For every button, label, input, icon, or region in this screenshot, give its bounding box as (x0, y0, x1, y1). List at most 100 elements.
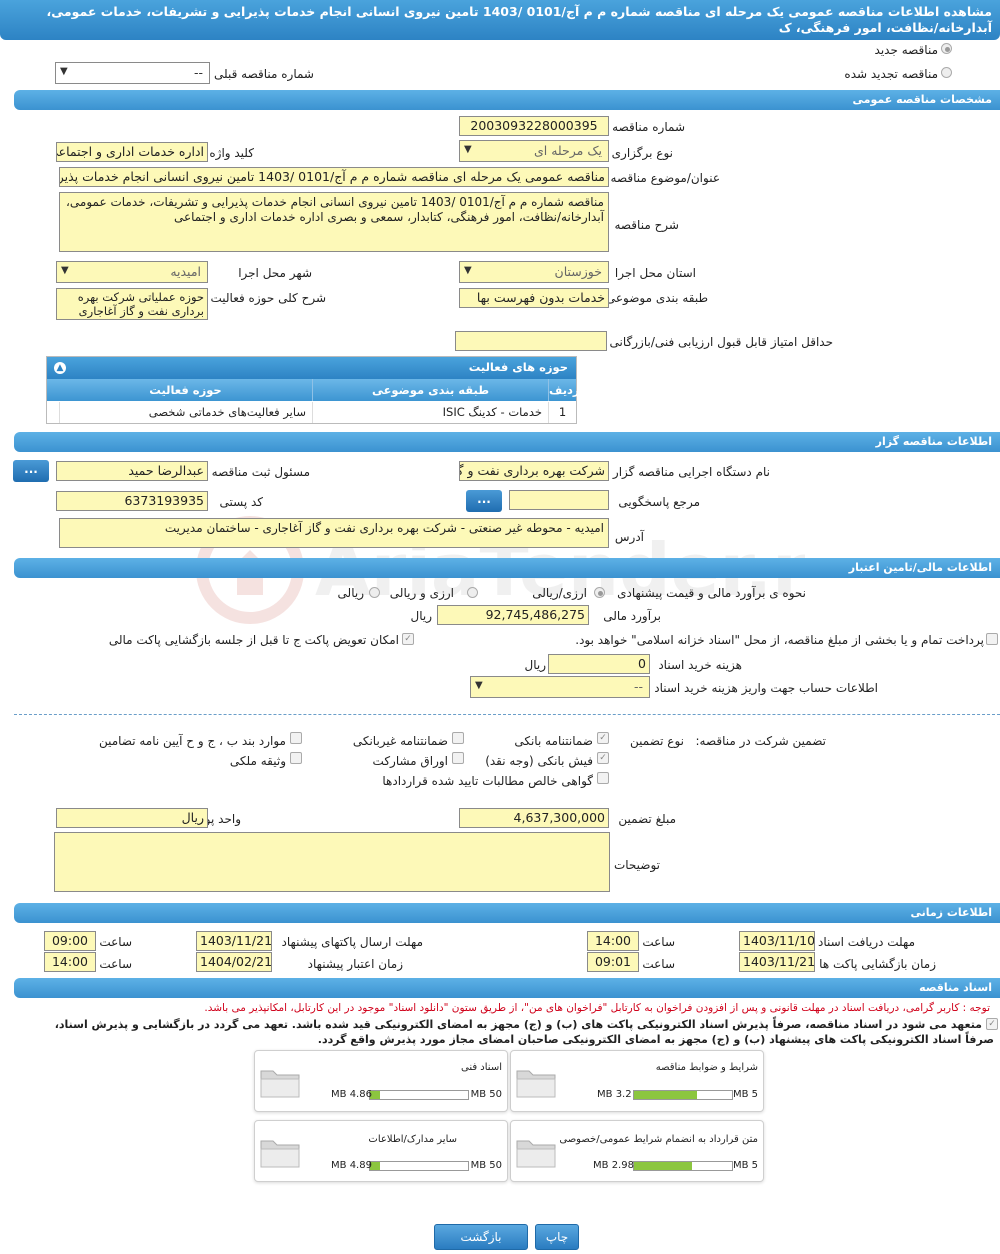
section-general-header: مشخصات مناقصه عمومی (14, 90, 1000, 110)
province-value: خوزستان (554, 264, 602, 279)
prev-number-select[interactable]: -- ▼ (55, 62, 210, 84)
chevron-down-icon: ▼ (475, 680, 483, 691)
guarantee-option-bank-checkbox[interactable]: ✓ (597, 732, 609, 744)
method-radio-2[interactable] (467, 587, 478, 598)
table-header-spacer (47, 379, 59, 401)
doc-card-size: 4.86 MB (331, 1089, 372, 1100)
guarantee-option-claims-checkbox[interactable] (597, 772, 609, 784)
validity-label: زمان اعتبار پیشنهاد (307, 957, 403, 971)
commitment-text-1: متعهد می شود در اسناد مناقصه، صرفاً پذیر… (54, 1018, 982, 1031)
print-button[interactable]: چاپ (535, 1224, 579, 1250)
guarantee-option-clauses-checkbox[interactable] (290, 732, 302, 744)
guarantee-option-cash: فیش بانکی (وجه نقد) (485, 754, 593, 768)
reference-more-button[interactable]: ... (466, 490, 502, 512)
estimate-field: 92,745,486,275 (437, 605, 589, 625)
folder-icon (260, 1070, 300, 1098)
page-title: مشاهده اطلاعات مناقصه عمومی یک مرحله ای … (0, 0, 1000, 40)
receive-time-field: 14:00 (587, 931, 639, 951)
activity-table-title-text: حوزه های فعالیت (468, 360, 568, 374)
new-tender-radio[interactable] (941, 43, 952, 54)
province-select[interactable]: خوزستان ▼ (459, 261, 609, 283)
doc-fee-unit: ریال (524, 658, 546, 672)
tender-number-label: شماره مناقصه (612, 120, 685, 134)
city-select[interactable]: امیدیه ▼ (56, 261, 208, 283)
account-value: -- (633, 679, 643, 694)
guarantee-option-property: وثیقه ملکی (229, 754, 286, 768)
reference-label: مرجع پاسخگویی (618, 495, 700, 509)
table-cell-activity: سایر فعالیت‌های خدماتی شخصی (59, 402, 313, 423)
commitment-checkbox[interactable]: ✓ (986, 1018, 998, 1030)
guarantee-amount-label: مبلغ تضمین (618, 812, 676, 826)
doc-card-terms[interactable]: شرایط و ضوابط مناقصه 5 MB 3.2 MB (510, 1050, 764, 1112)
guarantee-option-bonds-checkbox[interactable] (452, 752, 464, 764)
send-date-field: 1403/11/21 (196, 931, 272, 951)
estimate-unit: ریال (410, 609, 432, 623)
prev-number-label: شماره مناقصه قبلی (214, 67, 314, 81)
doc-card-technical[interactable]: اسناد فنی 50 MB 4.86 MB (254, 1050, 508, 1112)
registrar-more-button[interactable]: ... (13, 460, 49, 482)
activity-table: حوزه های فعالیت ▲ حوزه فعالیت طبقه بندی … (46, 356, 580, 424)
collapse-icon[interactable]: ▲ (54, 362, 66, 374)
table-cell-category: خدمات - کدینگ ISIC (313, 402, 549, 423)
doc-card-size: 3.2 MB (597, 1089, 632, 1100)
send-deadline-label: مهلت ارسال پاکتهای پیشنهاد (281, 935, 423, 949)
docs-note: توجه : کاربر گرامی، دریافت اسناد در مهلت… (204, 1002, 990, 1014)
account-select[interactable]: -- ▼ (470, 676, 650, 698)
doc-card-other[interactable]: سایر مدارک/اطلاعات 50 MB 4.89 MB (254, 1120, 508, 1182)
treasury-label: پرداخت تمام و یا بخشی از مبلغ مناقصه، از… (575, 633, 984, 647)
min-score-field (455, 331, 607, 351)
send-time-field: 09:00 (44, 931, 96, 951)
notes-field (54, 832, 610, 892)
guarantee-option-nonbank-checkbox[interactable] (452, 732, 464, 744)
org-name-field: شرکت بهره برداری نفت و گاز آغاجاری (459, 461, 609, 481)
treasury-checkbox[interactable] (986, 633, 998, 645)
guarantee-label: تضمین شرکت در مناقصه: (695, 734, 826, 748)
folder-icon (260, 1140, 300, 1168)
guarantee-option-cash-checkbox[interactable]: ✓ (597, 752, 609, 764)
table-header-activity: حوزه فعالیت (59, 379, 313, 401)
chevron-down-icon: ▼ (464, 265, 472, 276)
method-radio-3[interactable] (369, 587, 380, 598)
subject-field: مناقصه عمومی یک مرحله ای مناقصه شماره م … (59, 167, 609, 187)
guarantee-option-property-checkbox[interactable] (290, 752, 302, 764)
table-header-row: ردیف (549, 379, 580, 401)
doc-card-title: متن قرارداد به انضمام شرایط عمومی/خصوصی (559, 1134, 758, 1145)
section-docs-header: اسناد مناقصه (14, 978, 1000, 998)
opening-date-field: 1403/11/21 (739, 952, 815, 972)
back-button[interactable]: بازگشت (434, 1224, 528, 1250)
doc-card-max: 5 MB (732, 1089, 758, 1100)
guarantee-option-clauses: موارد بند ب ، ج و ح آیین نامه تضامین (98, 734, 286, 748)
guarantee-type-label: نوع تضمین (630, 734, 684, 748)
guarantee-option-claims: گواهی خالص مطالبات تایید شده قراردادها (382, 774, 593, 788)
method-option-3: ریالی (337, 586, 364, 600)
keyword-field: اداره خدمات اداری و اجتماعی (56, 142, 208, 162)
renewed-tender-radio[interactable] (941, 67, 952, 78)
chevron-down-icon: ▼ (61, 265, 69, 276)
renewed-tender-label: مناقصه تجدید شده (844, 67, 938, 81)
province-label: استان محل اجرا (614, 266, 696, 280)
guarantee-option-nonbank: ضمانتنامه غیربانکی (352, 734, 448, 748)
method-radio-1[interactable] (594, 587, 605, 598)
doc-card-contract[interactable]: متن قرارداد به انضمام شرایط عمومی/خصوصی … (510, 1120, 764, 1182)
holding-type-select[interactable]: یک مرحله ای ▼ (459, 140, 609, 162)
doc-card-title: شرایط و ضوابط مناقصه (655, 1062, 758, 1073)
table-cell-row: 1 (558, 405, 567, 419)
estimate-method-label: نحوه ی برآورد مالی و قیمت پیشنهادی (617, 586, 806, 600)
subject-label: عنوان/موضوع مناقصه (610, 171, 720, 185)
address-label: آدرس (614, 530, 644, 544)
doc-card-size: 4.89 MB (331, 1160, 372, 1171)
opening-hour-field: 09:01 (587, 952, 639, 972)
opening-time-label: زمان بازگشایی پاکت ها (819, 957, 936, 971)
city-label: شهر محل اجرا (238, 266, 312, 280)
postal-code-label: کد پستی (219, 495, 264, 509)
account-label: اطلاعات حساب جهت واریز هزینه خرید اسناد (654, 681, 878, 695)
validity-time-field: 14:00 (44, 952, 96, 972)
description-field: مناقصه شماره م م آج/0101 /1403 تامین نیر… (59, 192, 609, 252)
swap-checkbox[interactable]: ✓ (402, 633, 414, 645)
keyword-label: کلید واژه (209, 146, 254, 160)
doc-card-title: اسناد فنی (461, 1062, 502, 1073)
category-field: خدمات بدون فهرست بها (459, 288, 609, 308)
guarantee-amount-field: 4,637,300,000 (459, 808, 609, 828)
section-timing-header: اطلاعات زمانی (14, 903, 1000, 923)
receive-time-label: ساعت (642, 935, 675, 949)
